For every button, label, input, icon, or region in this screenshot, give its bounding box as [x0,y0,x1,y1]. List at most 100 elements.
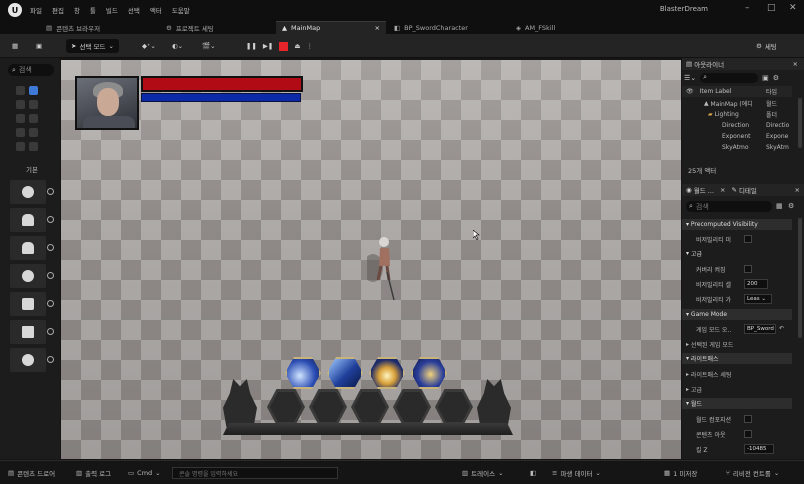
unreal-logo-icon[interactable]: U [8,3,22,17]
checkbox[interactable] [744,235,752,243]
visual-effects-icon[interactable] [16,114,25,123]
place-actor-pawn[interactable] [10,236,54,260]
settings-icon[interactable]: ⚙ [788,202,794,210]
sword-skill-icon[interactable] [327,357,363,389]
trace-button[interactable]: ▥ 트레이스 ⌄ [462,467,504,479]
output-log-button[interactable]: ▥ 출력 로그 [76,467,111,479]
settings-icon[interactable]: ⚙ [773,74,779,82]
tab-main-map[interactable]: ▲ MainMap × [276,21,386,34]
section-lightmass[interactable]: ▾ 라이트매스 [682,353,792,364]
help-icon[interactable] [47,188,54,195]
outliner-item-mainmap[interactable]: ▲ MainMap (에디 월드 [682,98,792,109]
maximize-icon[interactable]: □ [767,3,776,13]
save-icon[interactable]: ▦ [12,39,18,53]
details-search-input[interactable]: ⌕ 검색 [686,201,772,212]
place-actor-point-light[interactable] [10,264,54,288]
slash-skill-icon[interactable] [285,357,321,389]
camera-icon[interactable]: ◧ [530,467,536,479]
outliner-item-exponential[interactable]: Exponent Expone [682,131,792,142]
reset-icon[interactable]: ↶ [779,325,784,332]
select-mode-dropdown[interactable]: ➤ 선택 모드 ⌄ [66,39,119,53]
menu-help[interactable]: 도움말 [172,5,190,15]
section-precomputed-visibility[interactable]: ▾ Precomputed Visibility [682,219,792,230]
cinematic-icon[interactable] [29,100,38,109]
tab-am-fskill[interactable]: ◈ AM_FSkill [510,21,561,34]
basic-icon[interactable] [29,86,38,95]
close-icon[interactable]: × [793,60,798,68]
help-icon[interactable] [47,328,54,335]
outliner-item-lighting[interactable]: ▰ Lighting 폴더 [682,109,792,120]
kill-z-input[interactable]: -10485 [744,444,774,454]
geometry-icon[interactable] [29,114,38,123]
skill-slot[interactable] [435,389,473,425]
aggressiveness-dropdown[interactable]: Leas ⌄ [744,294,772,304]
checkbox[interactable] [744,415,752,423]
section-selected-gamemode[interactable]: ▸ 선택된 게임 모드 [682,337,792,351]
outliner-search-input[interactable]: ⌕ [700,73,759,83]
column-type[interactable]: 타입 [766,87,777,96]
grid-view-icon[interactable]: ▦ [776,202,783,210]
search-input[interactable]: ⌕ 검색 [8,64,54,76]
source-control-button[interactable]: ⑂ 리비전 컨트롤 ⌄ [726,467,779,479]
close-icon[interactable]: ✕ [789,3,797,13]
lights-icon[interactable] [16,100,25,109]
details-scrollbar[interactable] [798,218,802,338]
place-actor-player-start[interactable] [10,292,54,316]
recent-icon[interactable] [16,86,25,95]
more-icon[interactable]: ⋮ [307,42,314,50]
all-classes-icon[interactable] [29,128,38,137]
cinematics-icon[interactable]: 🎬⌄ [202,39,216,53]
menu-actor[interactable]: 액터 [150,5,162,15]
tab-project-settings[interactable]: ⚙ 프로젝트 세팅 [160,21,220,34]
section-lightmass-settings[interactable]: ▸ 라이트매스 세팅 [682,367,792,381]
eye-icon[interactable]: 👁 [686,88,694,95]
checkbox[interactable] [744,265,752,273]
unsaved-button[interactable]: ▦ 1 미저장 [664,467,697,479]
menu-tools[interactable]: 툴 [90,5,96,15]
console-input[interactable]: 콘솔 명령을 입력하세요 [172,467,338,479]
blueprint-menu-icon[interactable]: ◐⌄ [172,39,183,53]
tab-content-browser[interactable]: ▤ 콘텐츠 브라우저 [40,21,106,34]
place-actor-cube[interactable] [10,320,54,344]
menu-file[interactable]: 파일 [30,5,42,15]
add-folder-icon[interactable]: ▣ [762,74,769,82]
skill-slot[interactable] [393,389,431,425]
tab-details[interactable]: 디테일 [739,185,757,195]
source-icon[interactable]: ▣ [36,39,42,53]
menu-build[interactable]: 빌드 [106,5,118,15]
column-item-label[interactable]: Item Label [700,88,732,95]
gamemode-dropdown[interactable]: BP_Sword [744,324,776,334]
tab-close-icon[interactable]: × [375,24,380,32]
wave-skill-icon[interactable] [411,357,447,389]
section-advanced-1[interactable]: ▾ 고급 [682,248,792,259]
outliner-item-skyatmo[interactable]: SkyAtmo SkyAtm [682,142,792,153]
add-content-icon[interactable]: ◆⁺⌄ [142,39,156,53]
tab-world-settings[interactable]: 월드 ... [694,185,714,195]
skill-slot[interactable] [267,389,305,425]
shapes-icon[interactable] [16,142,25,151]
menu-edit[interactable]: 편집 [52,5,64,15]
section-advanced-2[interactable]: ▸ 고급 [682,382,792,396]
skill-slot[interactable] [309,389,347,425]
stop-icon[interactable] [279,41,289,51]
checkbox[interactable] [744,430,752,438]
skill-slot[interactable] [351,389,389,425]
help-icon[interactable] [47,356,54,363]
menu-select[interactable]: 선택 [128,5,140,15]
step-icon[interactable]: ▶❚ [263,42,273,50]
volumes-icon[interactable] [16,128,25,137]
section-game-mode[interactable]: ▾ Game Mode [682,309,792,320]
cell-size-input[interactable]: 200 [744,279,768,289]
filter-icon[interactable]: ☰⌄ [684,74,696,82]
place-actor-character[interactable] [10,208,54,232]
cmd-dropdown[interactable]: ▭ Cmd ⌄ [128,467,161,479]
place-actor-sphere[interactable] [10,348,54,372]
outliner-scrollbar[interactable] [798,98,802,148]
outliner-item-directional[interactable]: Direction Directio [682,120,792,131]
minimize-icon[interactable]: – [745,3,750,13]
help-icon[interactable] [47,216,54,223]
settings-button[interactable]: ⚙ 세팅 [756,39,777,53]
derived-data-button[interactable]: ≡ 파생 데이터 ⌄ [552,467,601,479]
eject-icon[interactable]: ⏏ [294,42,300,50]
place-actor-empty[interactable] [10,180,54,204]
